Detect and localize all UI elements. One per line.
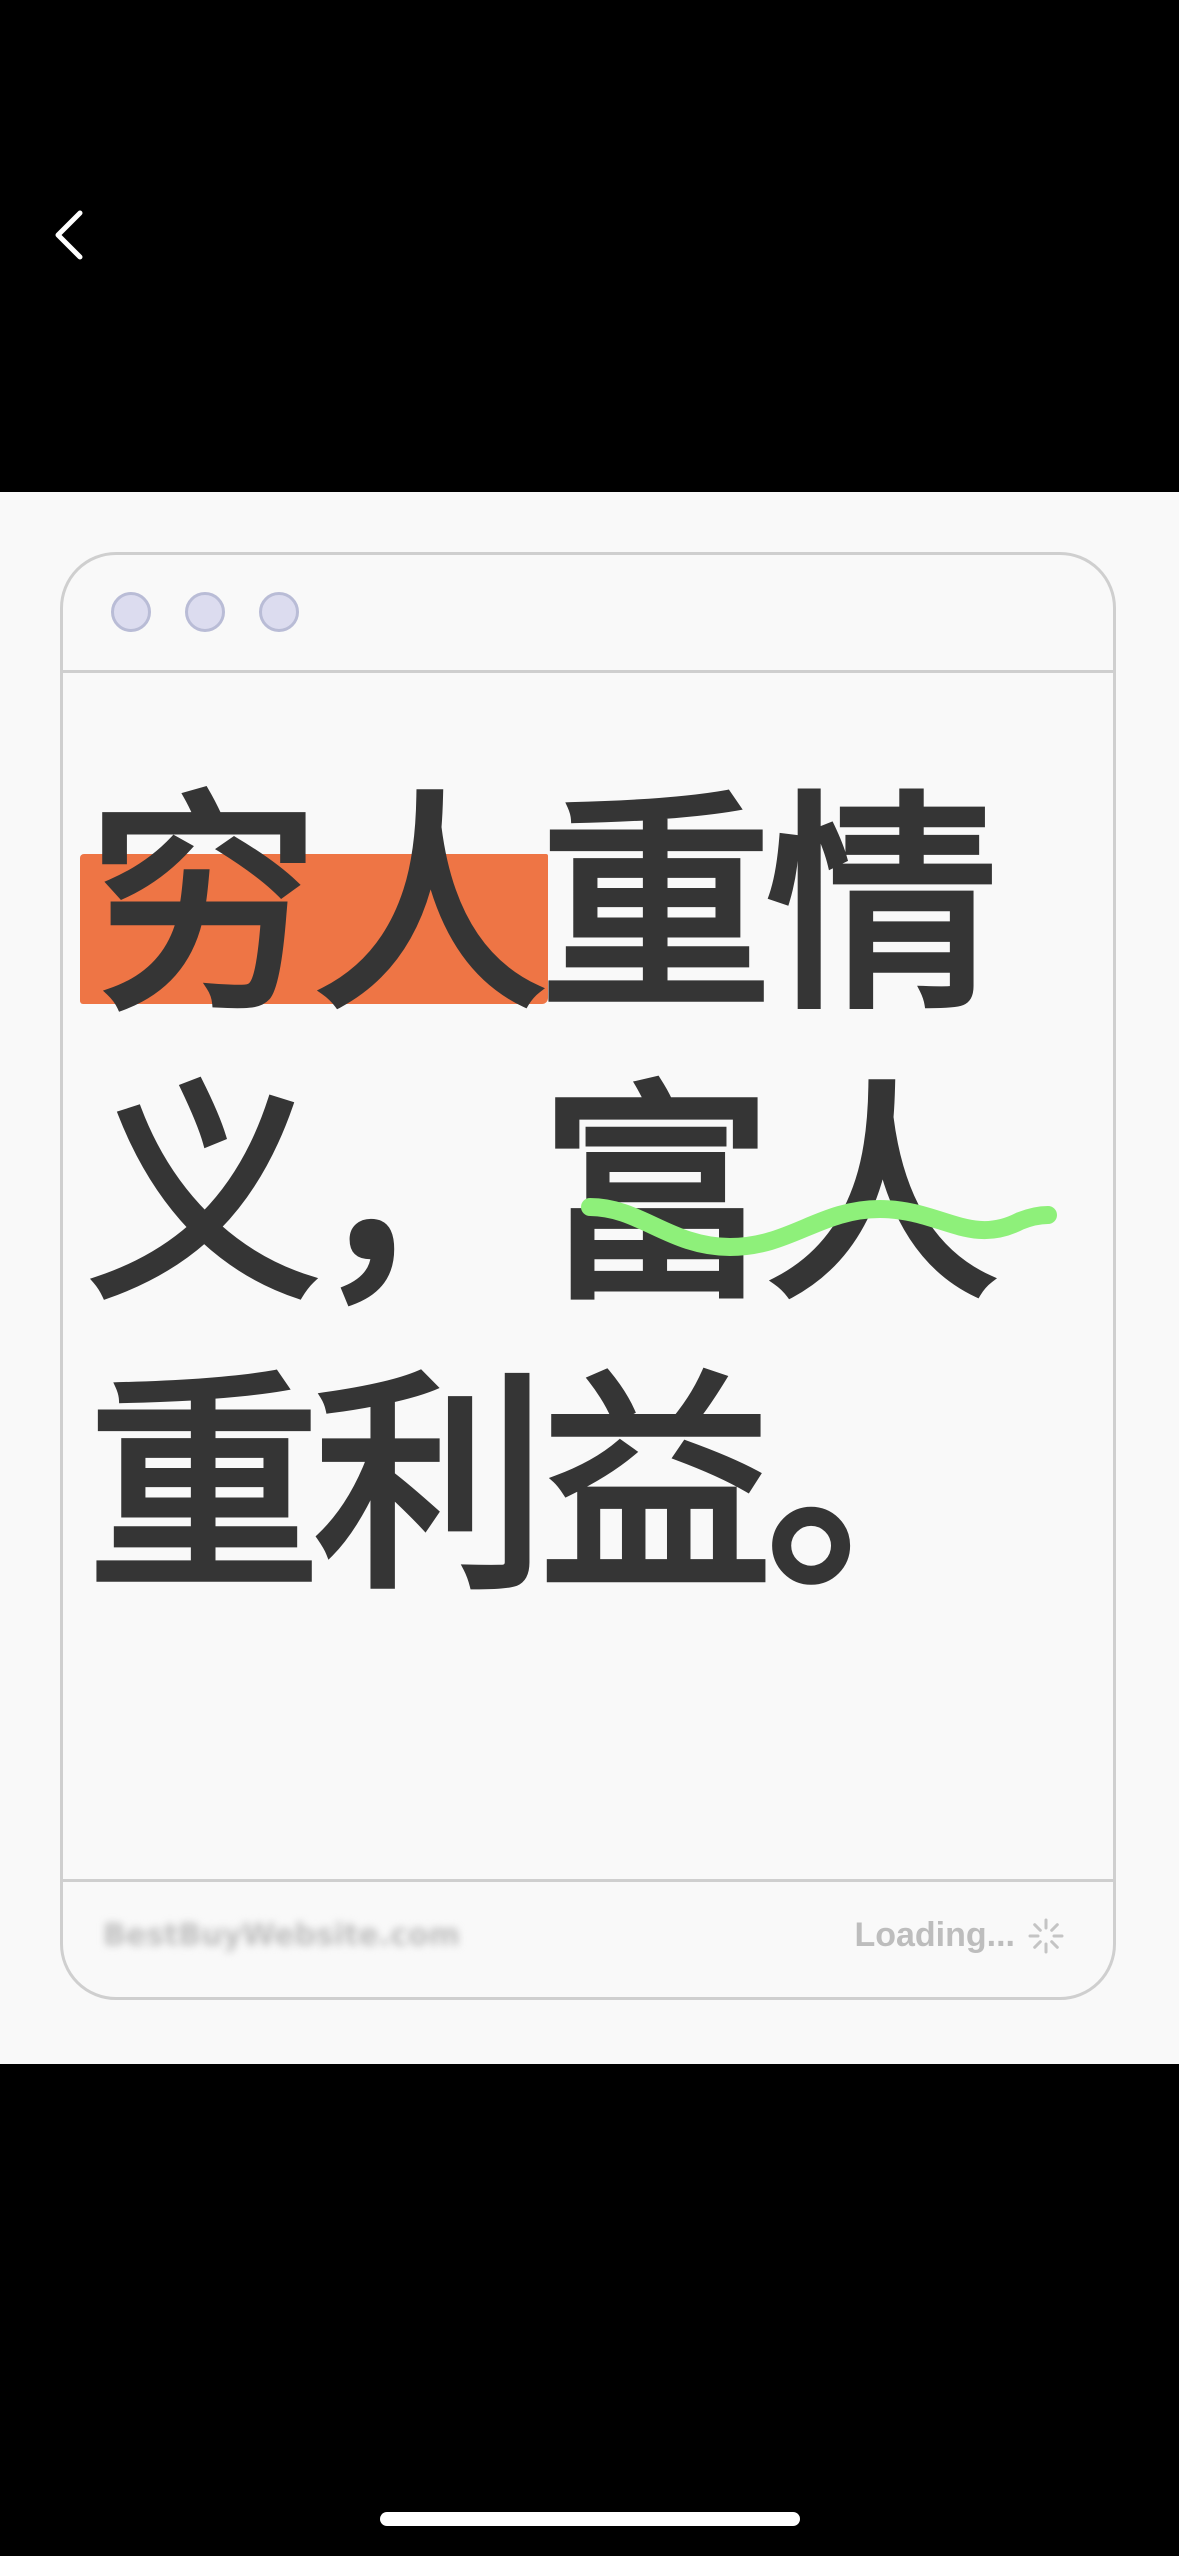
window-title-bar — [63, 555, 1113, 673]
loading-label: Loading... — [854, 1916, 1015, 1954]
quote-line-1: 穷人重情 — [79, 762, 998, 1052]
footer-status: Loading... — [854, 1916, 1065, 1955]
quote-image[interactable]: BestBuyWebsite.com Loading... 穷人重情 义，富人 … — [0, 492, 1179, 2064]
quote-segment: 重情 — [540, 772, 998, 1042]
back-button[interactable] — [40, 195, 100, 275]
quote-segment: 重利益。 — [88, 1352, 998, 1622]
wavy-underline — [581, 1198, 1057, 1257]
quote-line-3: 重利益。 — [88, 1342, 998, 1632]
chevron-left-icon — [55, 210, 83, 260]
window-footer: BestBuyWebsite.com Loading... — [63, 1879, 1113, 1997]
footer-site-label: BestBuyWebsite.com — [103, 1918, 460, 1953]
quote-segment: 义， — [88, 1062, 546, 1332]
home-indicator[interactable] — [380, 2512, 800, 2526]
spinner-icon — [1028, 1918, 1064, 1953]
window-dot — [185, 592, 225, 632]
window-dot — [111, 592, 151, 632]
window-dot — [259, 592, 299, 632]
highlighted-phrase: 穷人 — [79, 762, 549, 1052]
